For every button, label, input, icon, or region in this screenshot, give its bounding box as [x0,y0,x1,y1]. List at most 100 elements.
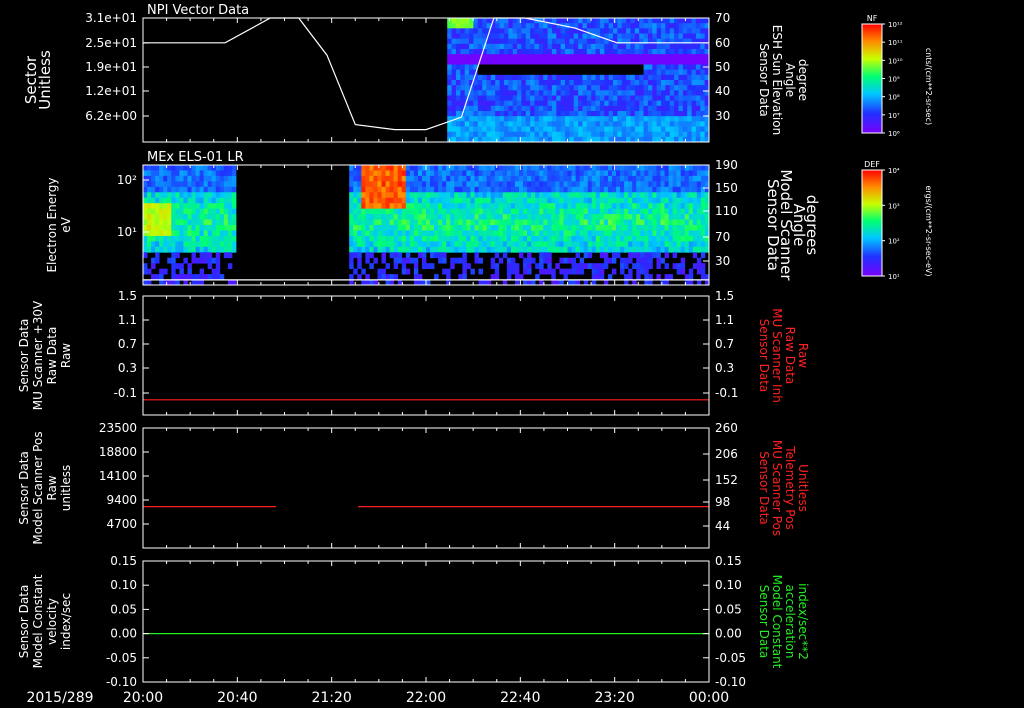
heatmap-cell [636,225,641,231]
heatmap-cell [211,241,217,248]
heatmap-cell [155,257,160,264]
heatmap-cell [171,241,176,248]
heatmap-cell [691,100,697,107]
heatmap-cell [409,208,415,215]
heatmap-cell [179,192,184,199]
heatmap-cell [514,208,520,215]
heatmap-cell [644,225,649,231]
heatmap-cell [543,235,548,242]
heatmap-cell [676,197,682,204]
heatmap-cell [531,192,536,199]
heatmap-cell [656,257,661,264]
heatmap-cell [691,69,697,76]
heatmap-cell [569,121,575,127]
heatmap-cell [587,263,593,270]
heatmap-cell [556,49,562,55]
heatmap-cell [413,274,419,280]
heatmap-cell [535,186,540,193]
heatmap-cell [591,203,597,210]
heatmap-cell [535,241,540,248]
heatmap-cell [223,214,229,220]
heatmap-cell [547,90,553,96]
heatmap-cell [547,80,553,86]
heatmap-cell [462,192,467,199]
heatmap-cell [556,54,562,60]
heatmap-cell [647,43,653,50]
heatmap-cell [466,203,471,210]
heatmap-cell [191,257,196,264]
heatmap-cell [430,235,435,242]
heatmap-cell [543,175,548,182]
y-axis-label: index/sec [59,593,73,650]
heatmap-cell [669,90,675,96]
heatmap-cell [393,170,399,177]
heatmap-cell [203,181,209,188]
heatmap-cell [482,181,488,188]
heatmap-cell [538,74,544,81]
heatmap-cell [652,192,657,199]
heatmap-cell [620,165,625,171]
heatmap-cell [640,170,645,177]
heatmap-cell [571,203,576,210]
heatmap-cell [421,175,427,182]
heatmap-cell [203,230,209,237]
heatmap-cell [426,170,431,177]
heatmap-cell [608,126,614,133]
heatmap-cell [691,105,697,112]
heatmap-cell [466,225,471,231]
heatmap-cell [521,64,527,71]
heatmap-cell [495,90,500,96]
heatmap-cell [490,38,496,45]
heatmap-cell [518,225,524,231]
heatmap-cell [455,95,461,102]
heatmap-cell [455,43,461,50]
heatmap-cell [688,235,694,242]
heatmap-cell [652,181,657,188]
heatmap-cell [207,241,213,248]
heatmap-cell [591,181,597,188]
heatmap-cell [613,64,618,71]
heatmap-cell [660,208,665,215]
heatmap-cell [353,235,358,242]
heatmap-cell [470,230,475,237]
heatmap-cell [656,69,662,76]
heatmap-cell [573,80,579,86]
heatmap-cell [684,208,690,215]
heatmap-cell [648,252,653,259]
heatmap-cell [525,105,531,112]
heatmap-cell [203,241,209,248]
heatmap-cell [377,208,382,215]
heatmap-cell [582,105,588,112]
heatmap-cell [595,95,601,102]
heatmap-cell [639,49,644,55]
heatmap-cell [147,197,152,204]
heatmap-cell [486,64,492,71]
heatmap-cell [678,126,684,133]
heatmap-cell [167,230,172,237]
heatmap-cell [696,230,702,237]
heatmap-cell [486,186,492,193]
heatmap-cell [450,230,455,237]
heatmap-cell [357,192,362,199]
heatmap-cell [555,208,560,215]
heatmap-cell [700,131,706,138]
heatmap-cell [603,230,609,237]
heatmap-cell [518,165,524,171]
heatmap-cell [640,252,645,259]
heatmap-cell [620,208,625,215]
y-tick-label-right: 206 [715,447,738,461]
heatmap-cell [155,235,160,242]
heatmap-cell [409,241,415,248]
heatmap-cell [617,54,623,60]
heatmap-cell [664,235,669,242]
heatmap-cell [486,43,492,50]
heatmap-cell [680,235,686,242]
heatmap-cell [626,43,631,50]
heatmap-cell [656,225,661,231]
heatmap-cell [523,170,528,177]
heatmap-cell [639,74,644,81]
heatmap-cell [547,252,552,259]
heatmap-cell [373,203,378,210]
heatmap-cell [454,225,459,231]
heatmap-cell [159,219,164,226]
